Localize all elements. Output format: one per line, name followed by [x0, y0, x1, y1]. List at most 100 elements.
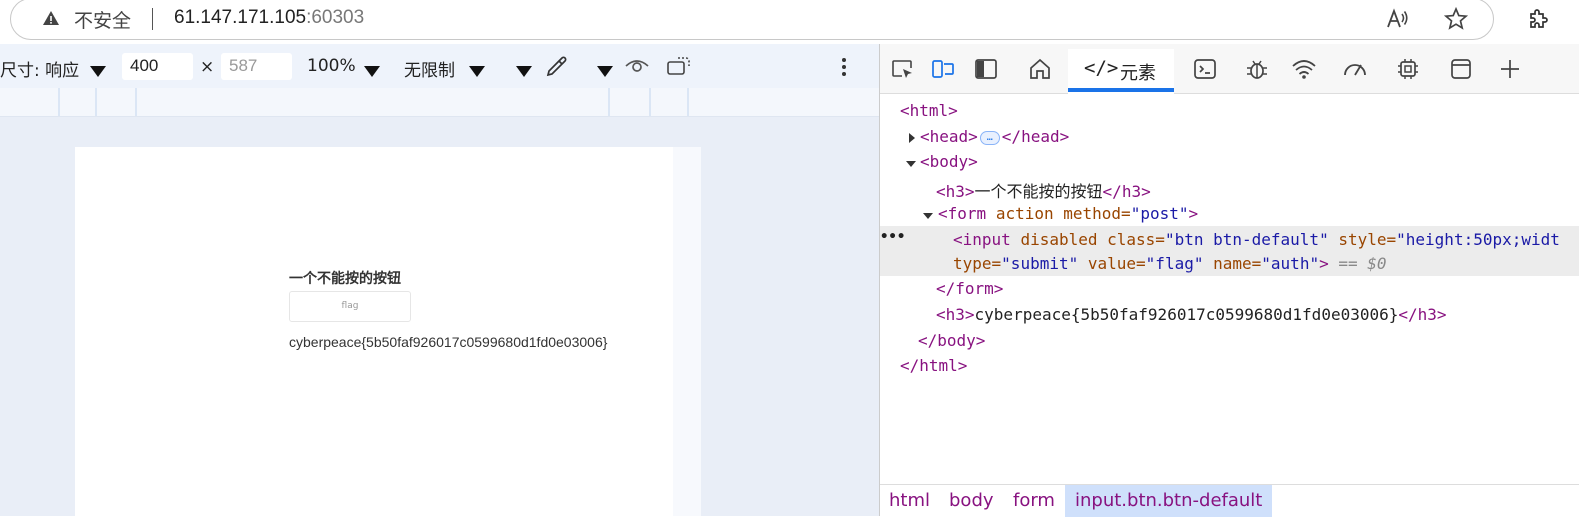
tag-text: <head> [920, 127, 978, 146]
url-host: 61.147.171.105 [174, 7, 307, 28]
times-symbol: × [200, 57, 215, 77]
dimensions-dropdown-label[interactable]: 尺寸: 响应 [0, 56, 79, 81]
flag-text: cyberpeace{5b50faf926017c0599680d1fd0e03… [289, 334, 608, 350]
device-emulation-icon[interactable] [930, 56, 956, 82]
tag-text: </body> [918, 331, 986, 350]
dom-body-close[interactable]: </body> [918, 331, 985, 350]
attr-name: method= [1063, 204, 1131, 223]
dom-h3-node[interactable]: <h3>一个不能按的按钮</h3> [936, 178, 1151, 202]
dom-input-node-line2[interactable]: type="submit" value="flag" name="auth"> … [953, 254, 1387, 273]
tag-text: > [1188, 204, 1199, 223]
text-node: cyberpeace{5b50faf926017c0599680d1fd0e03… [974, 305, 1399, 324]
breadcrumb-input[interactable]: input.btn.btn-default [1065, 485, 1273, 517]
dock-side-icon[interactable] [973, 56, 999, 82]
attr-value: "post" [1130, 204, 1189, 223]
media-query-ruler[interactable] [0, 88, 879, 117]
collapse-arrow-icon[interactable] [905, 159, 917, 169]
application-panel-icon[interactable] [1448, 56, 1474, 82]
attr-value: "btn btn-default" [1164, 230, 1329, 249]
text-node: 一个不能按的按钮 [974, 182, 1103, 201]
attr-value: "height:50px;widt [1396, 230, 1560, 249]
expand-arrow-icon[interactable] [907, 132, 917, 144]
tag-text: <input [953, 230, 1011, 249]
bug-icon[interactable] [1244, 56, 1270, 82]
dom-form-close[interactable]: </form> [936, 279, 1003, 298]
attr-name: name= [1213, 254, 1262, 273]
throttle-dropdown-label[interactable]: 无限制 [404, 56, 455, 81]
tag-text: > [1319, 254, 1329, 273]
favorite-star-icon[interactable] [1443, 6, 1469, 32]
breadcrumb-html[interactable]: html [889, 490, 930, 511]
page-heading: 一个不能按的按钮 [289, 271, 401, 287]
ruler-tick [608, 88, 610, 116]
dom-head-node[interactable]: <head>… </head> [920, 127, 1069, 146]
dom-h3-flag-node[interactable]: <h3>cyberpeace{5b50faf926017c0599680d1fd… [936, 305, 1447, 324]
breadcrumb-body[interactable]: body [949, 490, 994, 511]
ruler-tick [687, 88, 689, 116]
height-input[interactable]: 587 [221, 53, 292, 80]
rotate-device-icon[interactable] [666, 55, 692, 77]
dimensions-dropdown-arrow-icon[interactable] [90, 66, 106, 77]
code-tag-icon: </> [1084, 57, 1119, 79]
dom-input-node-line1[interactable]: <input disabled class="btn btn-default" … [953, 230, 1560, 249]
tag-text: </html> [900, 356, 968, 375]
attr-value: "submit" [1001, 254, 1079, 273]
memory-chip-icon[interactable] [1395, 56, 1421, 82]
attr-name: disabled class= [1020, 230, 1165, 249]
tab-elements-label: 元素 [1120, 63, 1156, 84]
more-options-arrow-icon[interactable] [516, 66, 532, 77]
tag-text: </form> [936, 279, 1004, 298]
disabled-flag-button[interactable]: flag [289, 291, 411, 322]
tag-text: </h3> [1398, 305, 1447, 324]
console-icon[interactable] [1192, 56, 1218, 82]
attr-value: "flag" [1145, 254, 1204, 273]
active-tab-indicator [1068, 88, 1174, 92]
selected-node-marker: == $0 [1338, 254, 1387, 273]
eyedropper-dropdown-arrow-icon[interactable] [597, 66, 613, 77]
device-toolbar: 尺寸: 响应 400 × 587 100% 无限制 [0, 44, 879, 88]
dom-body-open[interactable]: <body> [920, 152, 978, 171]
eyedropper-icon[interactable] [544, 53, 570, 79]
emulated-viewport [75, 147, 701, 516]
breadcrumb-form[interactable]: form [1013, 490, 1055, 511]
ruler-tick [649, 88, 651, 116]
ruler-tick [95, 88, 97, 116]
attr-name: type= [953, 254, 1002, 273]
security-label[interactable]: 不安全 [74, 6, 131, 33]
tag-text: </h3> [1102, 182, 1151, 201]
ruler-tick [58, 88, 60, 116]
throttle-dropdown-arrow-icon[interactable] [469, 66, 485, 77]
extensions-puzzle-icon[interactable] [1524, 6, 1550, 32]
dom-form-node[interactable]: <form action method="post"> [938, 204, 1198, 223]
address-bar: 不安全 61.147.171.105:60303 [0, 0, 1579, 44]
performance-gauge-icon[interactable] [1342, 56, 1368, 82]
dom-html-close[interactable]: </html> [900, 356, 967, 375]
collapsed-content-badge[interactable]: … [979, 130, 1000, 145]
url-port: :60303 [306, 7, 365, 28]
dom-html-open[interactable]: <html> [900, 101, 958, 120]
node-actions-ellipsis-icon[interactable]: ••• [880, 229, 905, 245]
separator [152, 8, 153, 30]
panel-divider[interactable] [879, 44, 880, 516]
zoom-dropdown-label[interactable]: 100% [307, 56, 356, 76]
home-icon[interactable] [1027, 56, 1053, 82]
attr-value: "auth" [1261, 254, 1320, 273]
read-aloud-icon[interactable] [1384, 6, 1410, 32]
attr-name: style= [1338, 230, 1397, 249]
collapse-arrow-icon[interactable] [922, 211, 934, 221]
warning-icon[interactable] [42, 9, 60, 27]
tag-text: <html> [900, 101, 958, 120]
width-input[interactable]: 400 [122, 53, 193, 80]
url-text[interactable]: 61.147.171.105:60303 [174, 7, 364, 29]
devtools-toolbar: </> 元素 [880, 44, 1579, 94]
tag-text: <body> [920, 152, 978, 171]
eye-icon[interactable] [624, 56, 650, 76]
inspect-element-icon[interactable] [890, 56, 916, 82]
tag-text: <h3> [936, 305, 975, 324]
network-wifi-icon[interactable] [1291, 56, 1317, 82]
zoom-dropdown-arrow-icon[interactable] [364, 66, 380, 77]
tag-text: <h3> [936, 182, 975, 201]
add-tool-plus-icon[interactable] [1497, 56, 1523, 82]
kebab-menu-icon[interactable] [842, 58, 846, 76]
breadcrumb: html body form input.btn.btn-default [880, 484, 1579, 517]
